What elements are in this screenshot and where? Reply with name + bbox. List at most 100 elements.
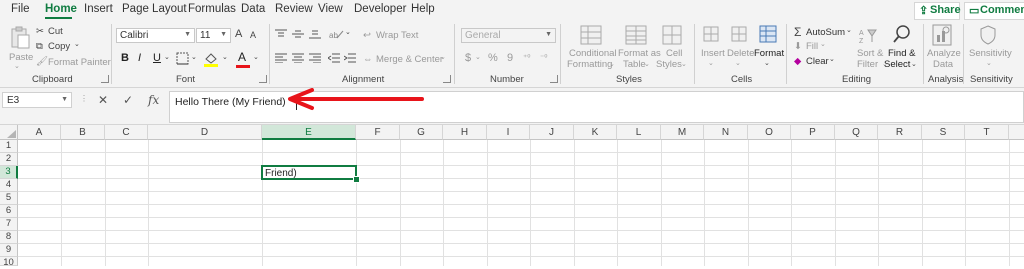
column-header-l[interactable]: L — [617, 125, 661, 140]
column-header-k[interactable]: K — [574, 125, 617, 140]
middle-align-icon[interactable] — [292, 29, 304, 42]
find-select-button[interactable] — [892, 24, 912, 47]
cell-styles-icon[interactable] — [662, 25, 682, 48]
borders-button[interactable] — [176, 52, 190, 68]
find-chevron-icon[interactable]: ⌄ — [911, 60, 917, 68]
copy-chevron-icon[interactable]: ⌄ — [74, 40, 80, 48]
merge-center-button[interactable]: Merge & Center — [376, 54, 443, 65]
fill-handle[interactable] — [353, 176, 360, 183]
column-header-m[interactable]: M — [661, 125, 704, 140]
sensitivity-chevron-icon[interactable]: ⌄ — [986, 59, 992, 67]
underline-chevron-icon[interactable]: ⌄ — [164, 53, 170, 61]
delete-button[interactable]: Delete — [727, 48, 754, 59]
column-header-partial[interactable] — [1009, 125, 1024, 140]
formatting-label[interactable]: Formatting — [567, 59, 612, 70]
number-launcher-icon[interactable] — [550, 75, 558, 83]
column-header-d[interactable]: D — [148, 125, 262, 140]
wrap-text-button[interactable]: Wrap Text — [376, 30, 418, 41]
row-header-5[interactable]: 5 — [0, 192, 18, 205]
active-cell-e3[interactable]: Friend) — [261, 165, 357, 180]
sort-label[interactable]: Sort & — [857, 48, 883, 59]
bold-button[interactable]: B — [121, 52, 129, 64]
menu-insert[interactable]: Insert — [84, 3, 113, 15]
number-format-select[interactable]: General ▼ — [461, 28, 556, 43]
currency-chevron-icon[interactable]: ⌄ — [475, 53, 481, 61]
cell-styles-label[interactable]: Styles — [656, 59, 682, 70]
delete-chevron-icon[interactable]: ⌄ — [735, 59, 741, 67]
decrease-indent-icon[interactable] — [327, 53, 340, 66]
orientation-chevron-icon[interactable]: ⌄ — [345, 28, 351, 36]
fill-color-button[interactable] — [203, 51, 219, 70]
column-header-s[interactable]: S — [922, 125, 965, 140]
menu-home[interactable]: Home — [45, 3, 77, 15]
fill-button[interactable]: Fill — [806, 41, 818, 52]
insert-cells-icon[interactable] — [703, 26, 719, 45]
fill-chevron-icon[interactable]: ⌄ — [222, 53, 228, 61]
menu-developer[interactable]: Developer — [354, 3, 406, 15]
fill-down-chevron-icon[interactable]: ⌄ — [820, 40, 826, 48]
cancel-button[interactable]: ✕ — [98, 93, 108, 107]
font-launcher-icon[interactable] — [259, 75, 267, 83]
comma-style-button[interactable]: 9 — [507, 52, 513, 64]
column-header-q[interactable]: Q — [835, 125, 878, 140]
column-header-f[interactable]: F — [356, 125, 400, 140]
format-as-label[interactable]: Format as — [618, 48, 661, 59]
row-header-8[interactable]: 8 — [0, 231, 18, 244]
column-header-b[interactable]: B — [61, 125, 105, 140]
format-painter-button[interactable]: Format Painter — [48, 57, 111, 68]
conditional-formatting-icon[interactable] — [580, 25, 602, 48]
clear-button[interactable]: Clear — [806, 56, 829, 67]
conditional-chevron-icon[interactable]: ⌄ — [609, 60, 615, 68]
increase-indent-icon[interactable] — [343, 53, 356, 66]
sort-filter-icon[interactable]: AZ — [859, 26, 877, 47]
column-header-g[interactable]: G — [400, 125, 443, 140]
sensitivity-button[interactable]: Sensitivity — [969, 48, 1012, 59]
orientation-icon[interactable]: ab — [328, 28, 344, 43]
share-button[interactable]: ⇪ Share — [914, 2, 961, 20]
autosum-button[interactable]: AutoSum — [806, 27, 845, 38]
find-label[interactable]: Find & — [888, 48, 915, 59]
paste-label[interactable]: Paste — [9, 52, 33, 63]
copy-button[interactable]: Copy — [48, 41, 70, 52]
format-chevron-icon[interactable]: ⌄ — [764, 59, 770, 67]
font-color-chevron-icon[interactable]: ⌄ — [253, 53, 259, 61]
name-box[interactable]: E3 ▼ — [2, 92, 72, 108]
row-header-4[interactable]: 4 — [0, 179, 18, 192]
select-all-corner[interactable] — [0, 125, 18, 140]
underline-button[interactable]: U — [153, 52, 161, 64]
menu-formulas[interactable]: Formulas — [188, 3, 236, 15]
paste-chevron-icon[interactable]: ⌄ — [14, 62, 20, 70]
insert-function-button[interactable]: fx — [148, 93, 159, 107]
conditional-label[interactable]: Conditional — [569, 48, 617, 59]
column-header-r[interactable]: R — [878, 125, 922, 140]
row-header-6[interactable]: 6 — [0, 205, 18, 218]
format-cells-icon[interactable] — [759, 25, 777, 46]
menu-file[interactable]: File — [11, 3, 30, 15]
grow-font-button[interactable]: A — [235, 28, 242, 40]
select-label[interactable]: Select — [884, 59, 910, 70]
menu-review[interactable]: Review — [275, 3, 313, 15]
analyze-data-icon[interactable] — [932, 24, 952, 49]
row-header-7[interactable]: 7 — [0, 218, 18, 231]
menu-help[interactable]: Help — [411, 3, 435, 15]
row-header-10[interactable]: 10 — [0, 257, 18, 268]
shrink-font-button[interactable]: A — [250, 30, 256, 40]
more-options-icon[interactable]: ⋮ — [80, 94, 88, 103]
merge-chevron-icon[interactable]: ⌄ — [440, 53, 446, 61]
format-as-table-icon[interactable] — [625, 25, 647, 48]
row-header-9[interactable]: 9 — [0, 244, 18, 257]
insert-chevron-icon[interactable]: ⌄ — [708, 59, 714, 67]
column-header-p[interactable]: P — [791, 125, 835, 140]
column-header-e[interactable]: E — [262, 125, 356, 140]
align-center-icon[interactable] — [292, 53, 304, 66]
format-button[interactable]: Format — [754, 48, 784, 59]
insert-button[interactable]: Insert — [701, 48, 725, 59]
sensitivity-icon[interactable] — [980, 25, 996, 48]
column-header-h[interactable]: H — [443, 125, 487, 140]
paste-button[interactable] — [10, 26, 30, 53]
increase-decimal-icon[interactable]: ⁺⁰ — [523, 53, 530, 62]
table-label[interactable]: Table — [623, 59, 646, 70]
clear-chevron-icon[interactable]: ⌄ — [829, 55, 835, 63]
bottom-align-icon[interactable] — [309, 29, 321, 42]
menu-data[interactable]: Data — [241, 3, 265, 15]
